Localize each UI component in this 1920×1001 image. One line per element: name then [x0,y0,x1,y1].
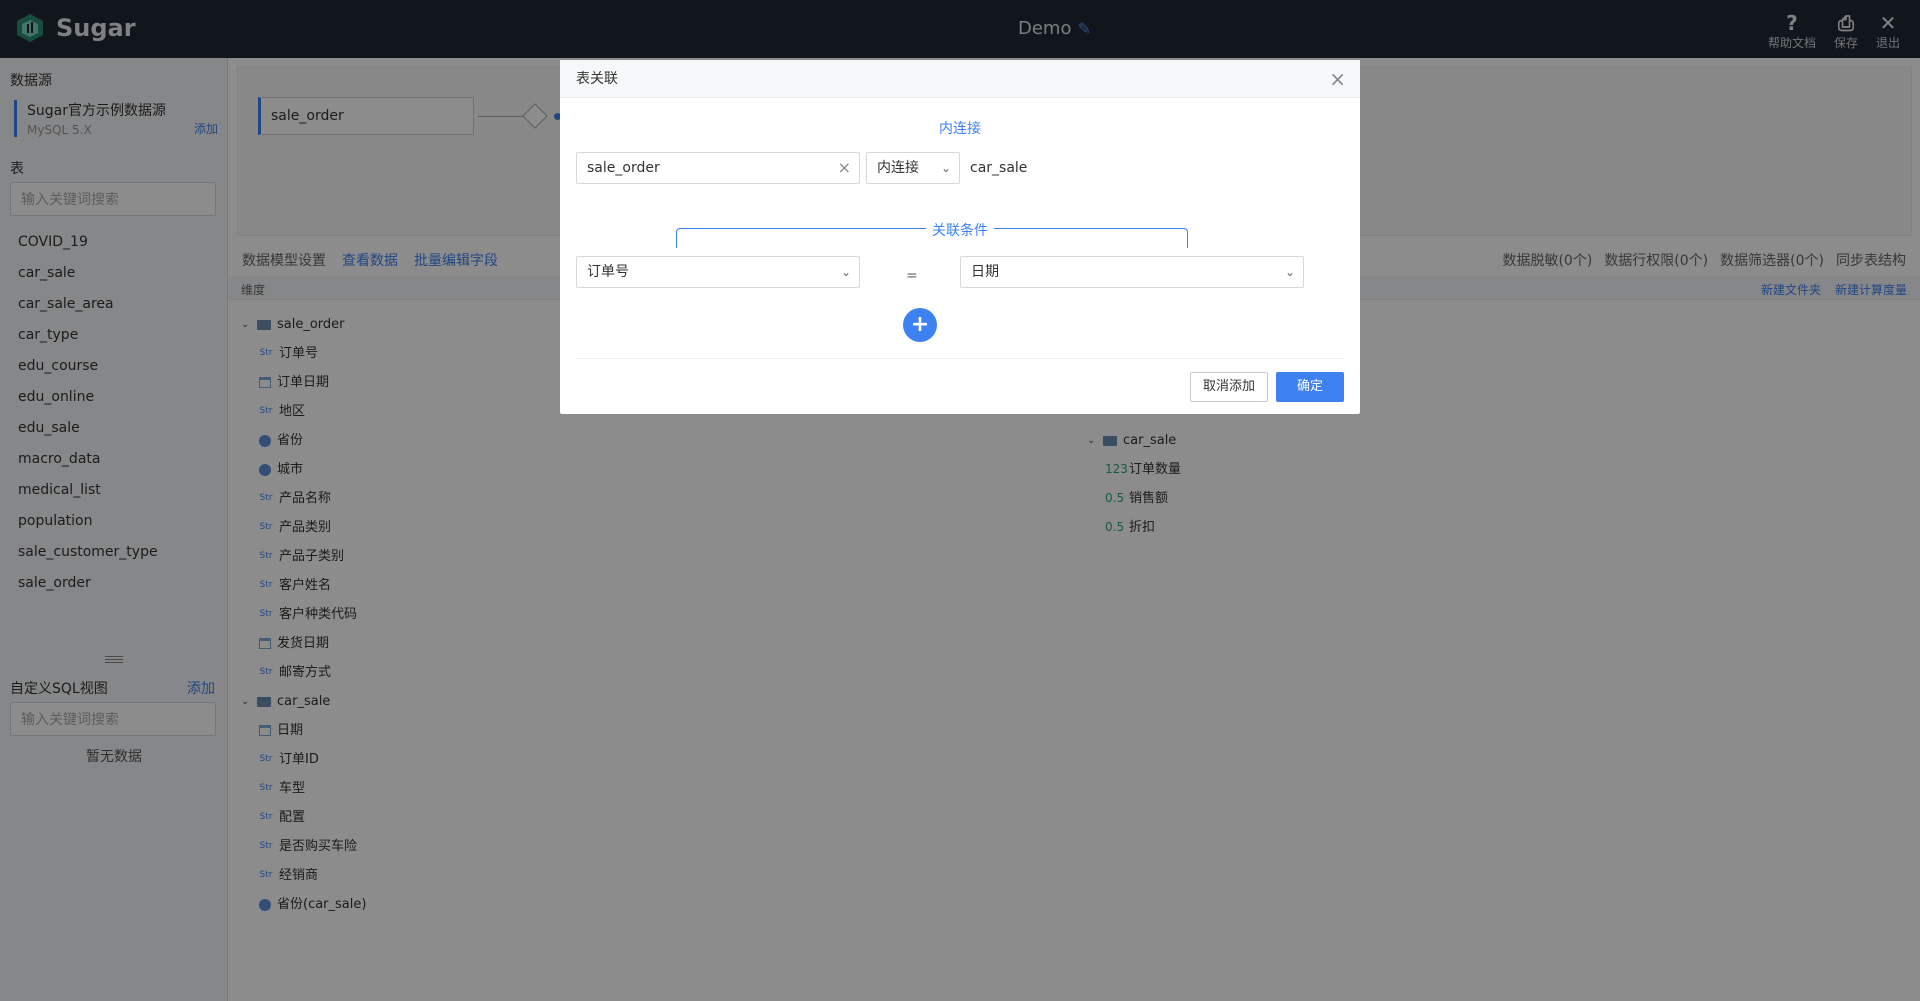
left-table-value: sale_order [587,160,660,176]
dialog-title: 表关联 [576,71,618,87]
dialog-divider [576,358,1344,359]
left-field-select[interactable]: 订单号 ⌄ [576,256,860,288]
dialog-header: 表关联 × [560,60,1360,98]
chevron-down-icon: ⌄ [940,161,951,175]
clear-icon[interactable]: × [838,153,851,183]
left-field-value: 订单号 [587,264,629,280]
join-dialog: 表关联 × 内连接 sale_order × 内连接 ⌄ car_sale 关联… [560,60,1360,414]
condition-label: 关联条件 [560,220,1360,240]
chevron-down-icon: ⌄ [1284,265,1295,279]
close-icon[interactable]: × [1329,60,1346,98]
right-field-value: 日期 [971,264,999,280]
confirm-button[interactable]: 确定 [1276,372,1344,402]
right-field-select[interactable]: 日期 ⌄ [960,256,1304,288]
operator: = [906,268,918,284]
join-type-select[interactable]: 内连接 ⌄ [866,152,960,184]
chevron-down-icon: ⌄ [840,265,851,279]
join-type-label[interactable]: 内连接 [560,118,1360,138]
condition-label-text: 关联条件 [926,223,994,239]
right-table-name: car_sale [970,160,1028,176]
cancel-button[interactable]: 取消添加 [1190,372,1268,402]
left-table-select[interactable]: sale_order × [576,152,860,184]
join-type-value: 内连接 [877,160,919,176]
add-condition-button[interactable]: + [903,308,937,342]
